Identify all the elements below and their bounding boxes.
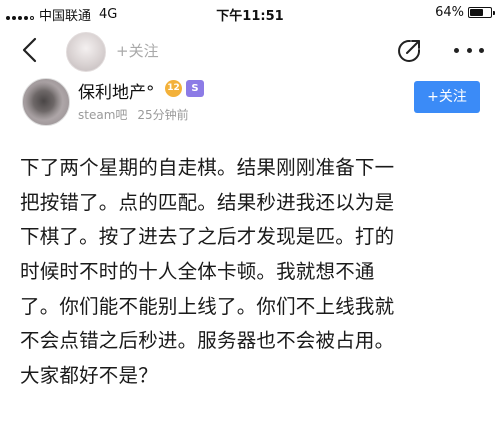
status-time: 下午11:51 — [216, 9, 284, 24]
share-icon — [398, 39, 421, 62]
more-button[interactable] — [454, 48, 484, 56]
vip-badge: S — [186, 80, 204, 97]
forum-name[interactable]: steam吧 — [78, 108, 127, 122]
nav-avatar[interactable] — [66, 32, 106, 72]
post-text-line: 不会点错之后秒进。服务器也不会被占用。 — [20, 329, 395, 353]
more-dot — [454, 48, 459, 53]
post-text-line: 下了两个星期的自走棋。结果刚刚准备下一 — [20, 156, 395, 179]
post-text-line: 时候时不时的十人全体卡顿。我就想不通 — [20, 260, 375, 284]
chevron-left-icon — [22, 37, 37, 63]
post-text-line: 把按错了。点的匹配。结果秒进我还以为是 — [20, 190, 395, 214]
battery-percent: 64% — [435, 5, 464, 20]
post-time: 25分钟前 — [137, 108, 189, 122]
post-text-line: 下棋了。按了进去了之后才发现是匹。打的 — [20, 225, 395, 249]
battery-icon — [468, 7, 495, 18]
level-badge: 12 — [165, 80, 182, 97]
share-button[interactable] — [396, 38, 422, 64]
author-name[interactable]: 保利地产° — [78, 78, 155, 103]
follow-button[interactable]: +关注 — [414, 81, 480, 113]
author-avatar[interactable] — [22, 78, 70, 126]
author-row: 保利地产° 12 S steam吧 25分钟前 +关注 — [0, 76, 500, 132]
nav-follow-button[interactable]: +关注 — [116, 40, 159, 61]
post-body: 下了两个星期的自走棋。结果刚刚准备下一 把按错了。点的匹配。结果秒进我还以为是 … — [20, 151, 484, 394]
nav-bar: +关注 — [0, 26, 500, 74]
post-text-line: 了。你们能不能别上线了。你们不上线我就 — [20, 294, 395, 318]
post-text-line: 大家都好不是？ — [20, 364, 158, 388]
more-dot — [466, 48, 472, 53]
author-meta: steam吧 25分钟前 — [78, 106, 189, 123]
status-right: 64% — [435, 5, 495, 20]
more-dot — [479, 48, 484, 53]
status-bar: 中国联通 4G 下午11:51 64% — [0, 0, 500, 26]
battery-fill — [470, 9, 483, 16]
post-screen: 中国联通 4G 下午11:51 64% +关注 保利地产° 12 S steam… — [0, 0, 500, 424]
back-button[interactable] — [18, 36, 44, 64]
